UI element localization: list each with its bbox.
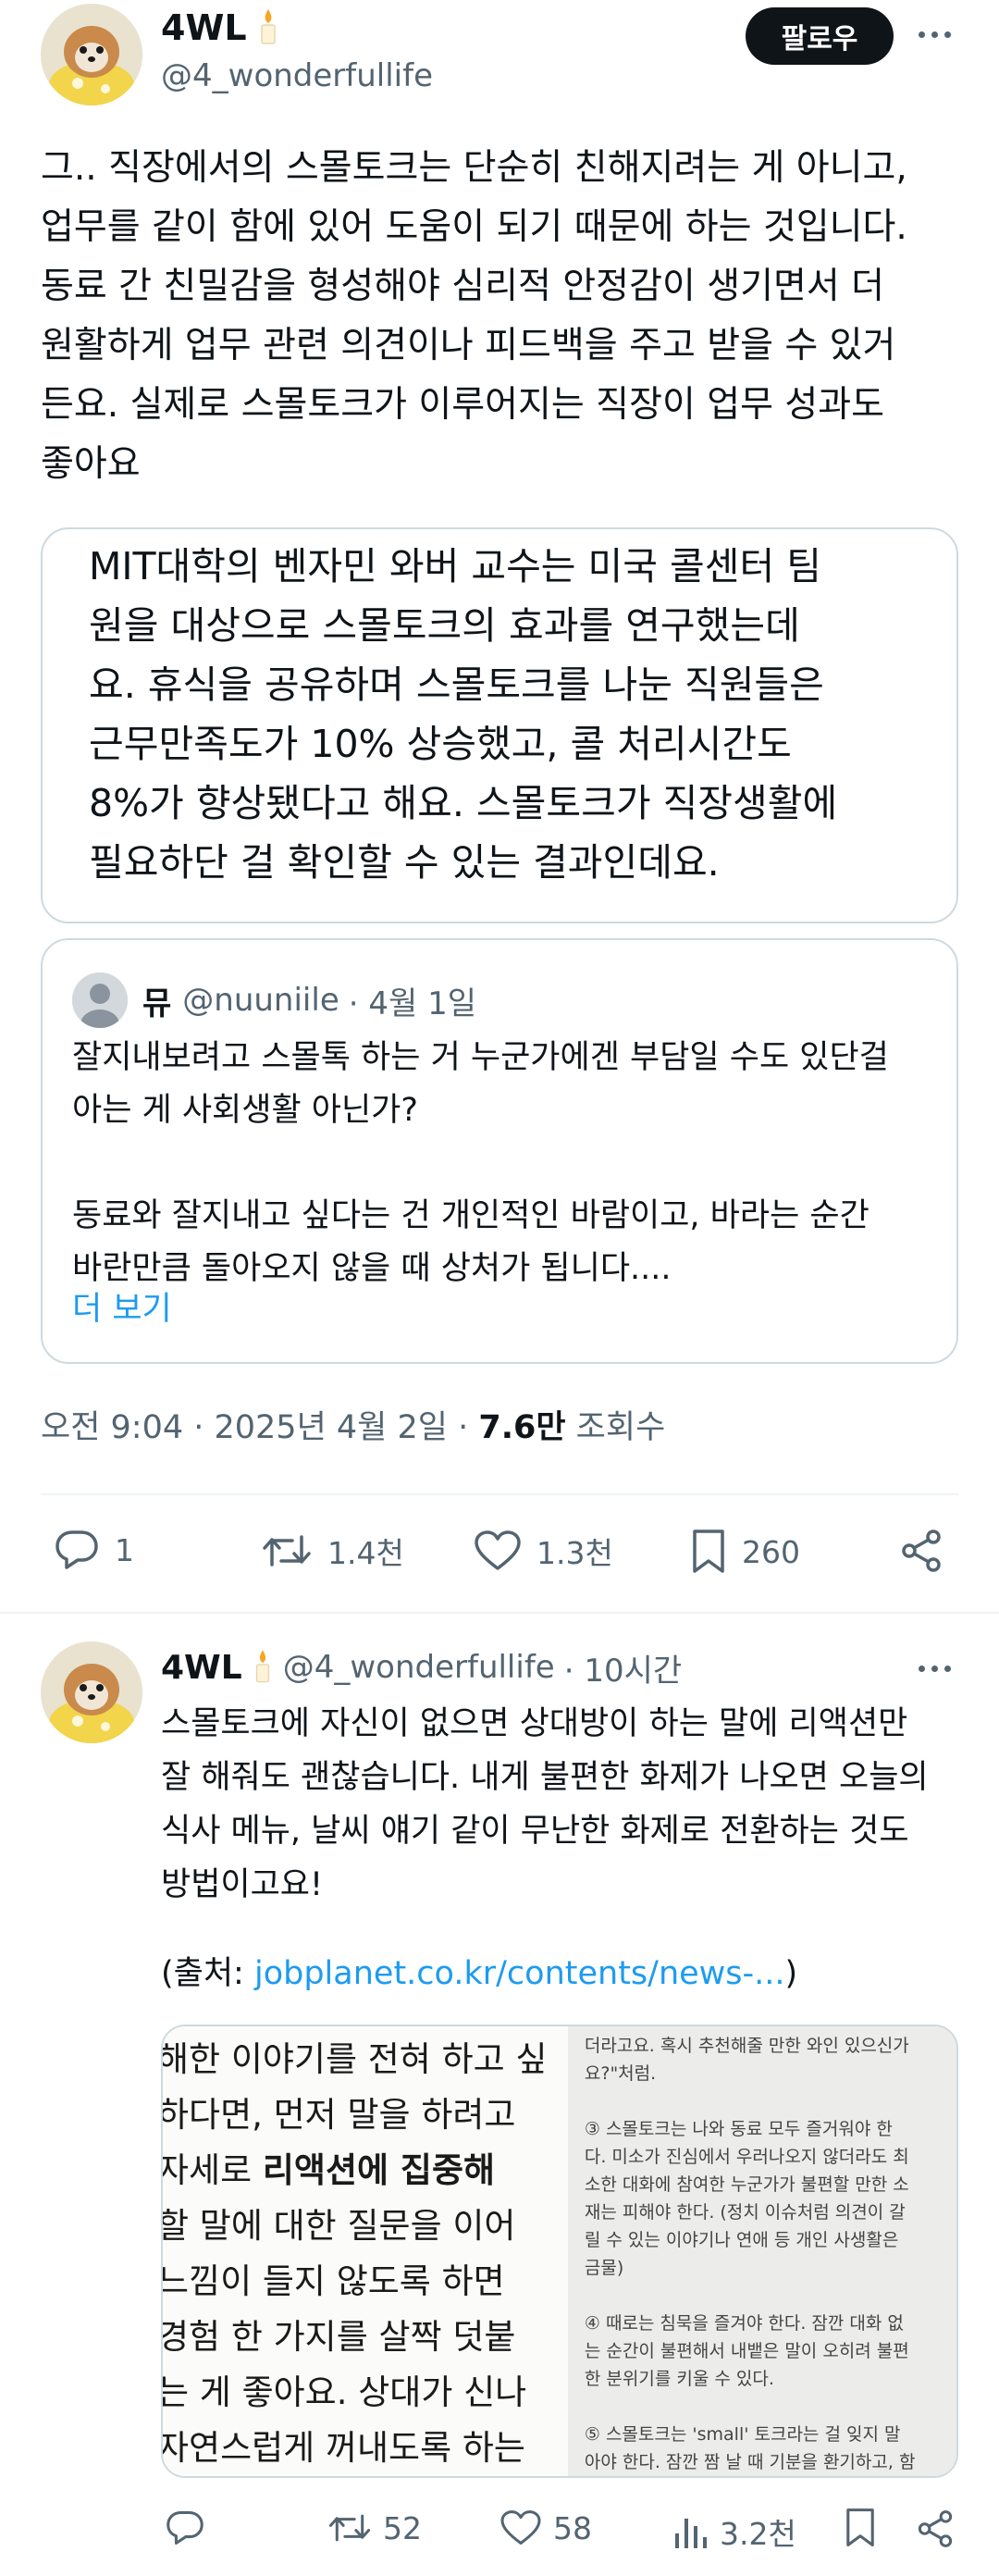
share-icon — [902, 1530, 941, 1572]
excerpt-line: 할 말에 대한 질문을 이어 — [163, 2206, 516, 2246]
reply-time[interactable]: · 10시간 — [564, 1645, 682, 1690]
source-line: (출처: jobplanet.co.kr/contents/news-...) — [161, 1947, 797, 1994]
default-avatar-icon — [72, 972, 128, 1028]
reply-retweet-count: 52 — [383, 2509, 422, 2546]
reply-bookmark-button[interactable] — [844, 2508, 877, 2548]
reply-author-handle[interactable]: @4_wonderfullife — [283, 1649, 555, 1686]
article-tips-image: 더라고요. 혹시 추천해줄 만한 와인 있으신가 요?"처럼. ③ 스몰토크는 … — [567, 2026, 956, 2476]
quote-author-handle[interactable]: @nuuniile — [182, 982, 339, 1019]
heart-icon — [500, 2510, 541, 2545]
author-name-row: 4WL — [161, 4, 280, 52]
retweet-button[interactable]: 1.4천 — [261, 1529, 404, 1573]
retweet-count: 1.4천 — [327, 1535, 404, 1571]
reply-share-button[interactable] — [916, 2509, 955, 2548]
quote-text: 잘지내보려고 스몰톡 하는 거 누군가에겐 부담일 수도 있단걸 아는 게 사회… — [72, 1039, 889, 1287]
show-more-link[interactable]: 더 보기 — [72, 1282, 172, 1330]
candle-icon — [256, 7, 280, 48]
share-icon — [918, 2510, 953, 2547]
reply-button[interactable]: 1 — [54, 1529, 134, 1571]
reply-like-button[interactable]: 58 — [500, 2509, 592, 2546]
reply-views-count: 3.2천 — [720, 2516, 796, 2552]
excerpt-line: 느낌이 들지 않도록 하면 — [163, 2261, 505, 2301]
heart-icon — [475, 1530, 521, 1570]
excerpt-emphasis: 리액션에 집중해 — [262, 2150, 496, 2190]
reply-text: 스몰토크에 자신이 없으면 상대방이 하는 말에 리액션만 잘 해줘도 괜찮습니… — [161, 1705, 929, 1903]
section-divider — [0, 1612, 999, 1614]
quote-avatar[interactable] — [72, 972, 128, 1028]
share-button[interactable] — [899, 1529, 944, 1573]
candle-icon — [252, 1648, 274, 1687]
excerpt-line: 자연스럽게 꺼내도록 하는 — [163, 2428, 525, 2468]
source-link[interactable]: jobplanet.co.kr/contents/news-... — [254, 1955, 785, 1992]
more-options-icon[interactable] — [919, 31, 951, 38]
quote-author-name[interactable]: 뮤 — [142, 978, 171, 1023]
bookmark-icon — [846, 2508, 874, 2547]
excerpt-line: 자세로 리액션에 집중해 — [163, 2141, 495, 2200]
quote-header: 뮤 @nuuniile · 4월 1일 — [72, 972, 476, 1028]
follow-button[interactable]: 팔로우 — [746, 7, 894, 65]
tips-text: 더라고요. 혹시 추천해줄 만한 와인 있으신가 요?"처럼. ③ 스몰토크는 … — [584, 2036, 916, 2472]
reply-views-button[interactable]: 3.2천 — [672, 2509, 796, 2554]
excerpt-line-text: 자세로 리액션에 집중해 — [163, 2150, 496, 2190]
retweet-icon — [328, 2514, 371, 2542]
retweet-icon — [263, 1535, 311, 1567]
excerpt-line: 는 게 좋아요. 상대가 신나 — [163, 2372, 527, 2412]
reply-retweet-button[interactable]: 52 — [327, 2509, 422, 2546]
reply-icon — [56, 1530, 98, 1569]
author-handle[interactable]: @4_wonderfullife — [161, 57, 433, 94]
timestamp-text[interactable]: 오전 9:04 · 2025년 4월 2일 · — [41, 1409, 478, 1446]
reply-more-options-icon[interactable] — [919, 1666, 951, 1672]
text-card-content: MIT대학의 벤자민 와버 교수는 미국 콜센터 팀 원을 대상으로 스몰토크의… — [89, 544, 838, 885]
reply-reply-button[interactable] — [165, 2509, 205, 2546]
reply-count: 1 — [115, 1531, 134, 1568]
bookmark-icon — [693, 1530, 724, 1573]
author-avatar[interactable] — [41, 4, 142, 105]
avatar-image — [41, 1641, 142, 1743]
avatar-image — [41, 4, 142, 105]
excerpt-line: 하다면, 먼저 말을 하려고 — [163, 2095, 516, 2135]
bookmark-button[interactable]: 260 — [690, 1529, 800, 1575]
like-count: 1.3천 — [536, 1535, 613, 1571]
reply-author-avatar[interactable] — [41, 1641, 142, 1743]
excerpt-line: 경험 한 가지를 살짝 덧붙 — [163, 2317, 516, 2357]
views-label: 조회수 — [565, 1409, 666, 1446]
views-chart-icon — [675, 2519, 707, 2548]
divider — [41, 1493, 958, 1495]
reply-author-name[interactable]: 4WL — [161, 1649, 242, 1687]
excerpt-line: 해한 이야기를 전혀 하고 싶 — [163, 2039, 548, 2079]
reply-icon — [166, 2510, 204, 2545]
quote-date: · 4월 1일 — [348, 985, 476, 1022]
tweet-text: 그.. 직장에서의 스몰토크는 단순히 친해지려는 게 아니고, 업무를 같이 … — [41, 147, 907, 485]
source-prefix: (출처: — [161, 1955, 254, 1992]
reply-header: 4WL @4_wonderfullife · 10시간 — [161, 1643, 682, 1691]
bookmark-count: 260 — [742, 1533, 800, 1570]
source-suffix: ) — [784, 1955, 798, 1992]
attached-image[interactable]: 해한 이야기를 전혀 하고 싶 하다면, 먼저 말을 하려고 자세로 리액션에 … — [161, 2025, 958, 2478]
like-button[interactable]: 1.3천 — [474, 1529, 613, 1573]
reply-like-count: 58 — [553, 2509, 592, 2546]
views-count: 7.6만 — [478, 1409, 566, 1446]
author-display-name[interactable]: 4WL — [161, 7, 247, 48]
article-excerpt-image: 해한 이야기를 전혀 하고 싶 하다면, 먼저 말을 하려고 자세로 리액션에 … — [163, 2026, 568, 2476]
tweet-timestamp: 오전 9:04 · 2025년 4월 2일 · 7.6만 조회수 — [41, 1401, 665, 1448]
